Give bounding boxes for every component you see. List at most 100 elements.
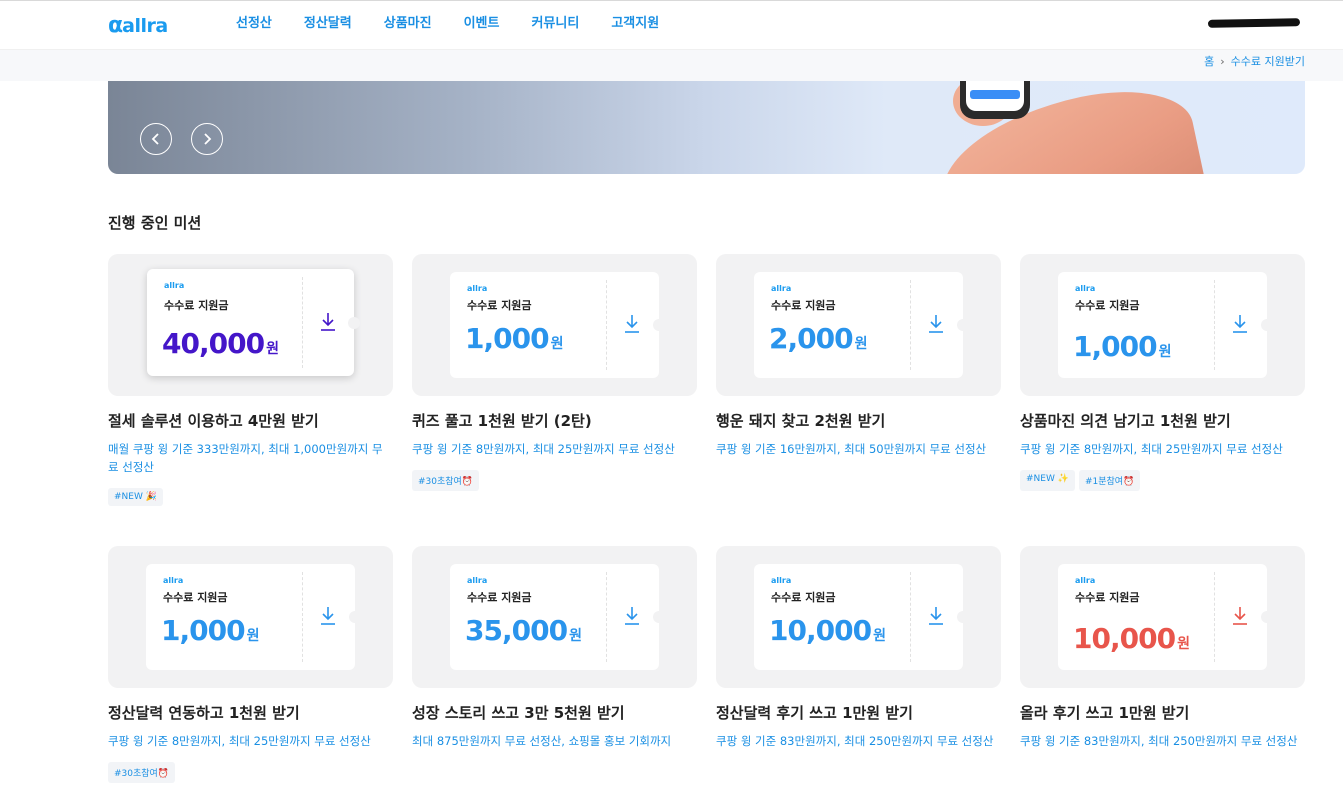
mission-title[interactable]: 정산달력 후기 쓰고 1만원 받기 bbox=[716, 702, 913, 723]
coupon-divider bbox=[606, 280, 607, 370]
site-header: α allra 선정산 정산달력 상품마진 이벤트 커뮤니티 고객지원 bbox=[0, 1, 1343, 49]
coupon-amount-value: 2,000 bbox=[769, 322, 854, 355]
mission-title[interactable]: 정산달력 연동하고 1천원 받기 bbox=[108, 702, 300, 723]
coupon-amount: 1,000 원 bbox=[161, 614, 259, 647]
coupon-logo: allra bbox=[771, 284, 792, 293]
mission-card[interactable]: allra 수수료 지원금 40,000 원 절세 솔루션 이용하고 4만원 받기 매월 … bbox=[108, 254, 393, 506]
user-menu[interactable] bbox=[1207, 16, 1301, 30]
coupon-divider bbox=[910, 280, 911, 370]
mission-tag: #1분참여⏰ bbox=[1078, 470, 1141, 491]
mission-title[interactable]: 상품마진 의견 남기고 1천원 받기 bbox=[1020, 410, 1231, 431]
download-coupon-button[interactable] bbox=[320, 311, 336, 333]
download-icon bbox=[929, 315, 943, 333]
mission-title[interactable]: 올라 후기 쓰고 1만원 받기 bbox=[1020, 702, 1189, 723]
mission-tags: #NEW 🎉 bbox=[108, 488, 167, 506]
logo-mark: α bbox=[108, 13, 123, 38]
coupon-amount-value: 1,000 bbox=[465, 322, 550, 355]
download-icon bbox=[625, 607, 639, 625]
mission-description: 쿠팡 윙 기준 8만원까지, 최대 25만원까지 무료 선정산 bbox=[108, 734, 371, 748]
banner-prev-button[interactable] bbox=[140, 123, 172, 155]
coupon-amount: 10,000 원 bbox=[769, 614, 886, 647]
download-coupon-button[interactable] bbox=[1232, 605, 1248, 627]
coupon-amount: 1,000 원 bbox=[1073, 330, 1171, 363]
download-icon bbox=[625, 315, 639, 333]
coupon-amount-unit: 원 bbox=[550, 336, 564, 352]
coupon-label: 수수료 지원금 bbox=[164, 299, 229, 312]
main-nav: 선정산 정산달력 상품마진 이벤트 커뮤니티 고객지원 bbox=[236, 12, 691, 31]
mission-title[interactable]: 절세 솔루션 이용하고 4만원 받기 bbox=[108, 410, 319, 431]
chevron-right-icon: › bbox=[1220, 54, 1225, 68]
coupon-amount: 40,000 원 bbox=[162, 327, 279, 360]
nav-item-product-margin[interactable]: 상품마진 bbox=[384, 12, 432, 31]
mission-title[interactable]: 성장 스토리 쓰고 3만 5천원 받기 bbox=[412, 702, 625, 723]
download-coupon-button[interactable] bbox=[624, 605, 640, 627]
coupon-label: 수수료 지원금 bbox=[163, 591, 228, 604]
nav-item-settlement-calendar[interactable]: 정산달력 bbox=[304, 12, 352, 31]
mission-card[interactable]: allra 수수료 지원금 1,000 원 퀴즈 풀고 1천원 받기 (2탄) 쿠팡 윙 … bbox=[412, 254, 697, 491]
nav-item-events[interactable]: 이벤트 bbox=[464, 12, 500, 31]
mission-card[interactable]: allra 수수료 지원금 10,000 원정산달력 후기 쓰고 1만원 받기쿠팡 윙… bbox=[716, 546, 1001, 748]
chevron-right-icon bbox=[204, 133, 212, 145]
phone-screen bbox=[966, 81, 1024, 111]
coupon-divider bbox=[910, 572, 911, 662]
download-coupon-button[interactable] bbox=[1232, 313, 1248, 335]
download-icon bbox=[1233, 315, 1247, 333]
coupon-amount-unit: 원 bbox=[873, 628, 886, 644]
mission-card[interactable]: allra 수수료 지원금 10,000 원올라 후기 쓰고 1만원 받기쿠팡 윙 기… bbox=[1020, 546, 1305, 748]
coupon-amount-unit: 원 bbox=[246, 628, 260, 644]
allra-logo[interactable]: α allra bbox=[108, 13, 168, 39]
coupon-logo: allra bbox=[467, 284, 488, 293]
coupon-ticket: allra 수수료 지원금 10,000 원 bbox=[754, 564, 969, 670]
breadcrumb: 홈 › 수수료 지원받기 bbox=[1204, 53, 1305, 69]
mission-card[interactable]: allra 수수료 지원금 1,000 원 정산달력 연동하고 1천원 받기 쿠팡 윙 기… bbox=[108, 546, 393, 783]
coupon-label: 수수료 지원금 bbox=[771, 299, 836, 312]
mission-description: 쿠팡 윙 기준 83만원까지, 최대 250만원까지 무료 선정산 bbox=[1020, 734, 1298, 748]
coupon-label: 수수료 지원금 bbox=[1075, 299, 1140, 312]
coupon-amount-unit: 원 bbox=[1177, 636, 1190, 652]
coupon-logo: allra bbox=[467, 576, 488, 585]
coupon-logo: allra bbox=[1075, 576, 1096, 585]
download-coupon-button[interactable] bbox=[624, 313, 640, 335]
mission-description: 쿠팡 윙 기준 8만원까지, 최대 25만원까지 무료 선정산 bbox=[1020, 442, 1283, 456]
coupon-amount: 2,000 원 bbox=[769, 322, 867, 355]
coupon-notch bbox=[653, 319, 665, 331]
coupon-amount: 10,000 원 bbox=[1073, 622, 1190, 655]
promo-banner[interactable] bbox=[108, 81, 1305, 174]
coupon-ticket: allra 수수료 지원금 2,000 원 bbox=[754, 272, 969, 378]
coupon-ticket: allra 수수료 지원금 1,000 원 bbox=[1058, 272, 1273, 378]
coupon-amount-value: 1,000 bbox=[1073, 330, 1158, 363]
download-coupon-button[interactable] bbox=[320, 605, 336, 627]
coupon-thumbnail: allra 수수료 지원금 1,000 원 bbox=[108, 546, 393, 688]
nav-item-community[interactable]: 커뮤니티 bbox=[531, 12, 579, 31]
coupon-amount-unit: 원 bbox=[266, 341, 279, 357]
coupon-label: 수수료 지원금 bbox=[467, 299, 532, 312]
mission-description: 쿠팡 윙 기준 83만원까지, 최대 250만원까지 무료 선정산 bbox=[716, 734, 994, 748]
mission-card[interactable]: allra 수수료 지원금 1,000 원상품마진 의견 남기고 1천원 받기쿠팡 윙… bbox=[1020, 254, 1305, 491]
nav-item-support[interactable]: 고객지원 bbox=[611, 12, 659, 31]
phone-screen-button bbox=[970, 90, 1020, 99]
banner-next-button[interactable] bbox=[191, 123, 223, 155]
coupon-notch bbox=[653, 611, 665, 623]
breadcrumb-home[interactable]: 홈 bbox=[1204, 53, 1214, 69]
download-coupon-button[interactable] bbox=[928, 313, 944, 335]
download-icon bbox=[1233, 607, 1247, 625]
coupon-amount-value: 1,000 bbox=[161, 614, 246, 647]
coupon-label: 수수료 지원금 bbox=[1075, 591, 1140, 604]
mission-description: 최대 875만원까지 무료 선정산, 쇼핑몰 홍보 기회까지 bbox=[412, 734, 672, 748]
coupon-ticket: allra 수수료 지원금 1,000 원 bbox=[450, 272, 665, 378]
breadcrumb-current: 수수료 지원받기 bbox=[1230, 55, 1305, 68]
coupon-logo: allra bbox=[1075, 284, 1096, 293]
mission-title[interactable]: 퀴즈 풀고 1천원 받기 (2탄) bbox=[412, 410, 592, 431]
download-coupon-button[interactable] bbox=[928, 605, 944, 627]
mission-description: 쿠팡 윙 기준 16만원까지, 최대 50만원까지 무료 선정산 bbox=[716, 442, 987, 456]
coupon-thumbnail: allra 수수료 지원금 1,000 원 bbox=[412, 254, 697, 396]
coupon-amount-value: 40,000 bbox=[162, 327, 265, 360]
mission-card[interactable]: allra 수수료 지원금 2,000 원행운 돼지 찾고 2천원 받기쿠팡 윙 기준… bbox=[716, 254, 1001, 456]
mission-title[interactable]: 행운 돼지 찾고 2천원 받기 bbox=[716, 410, 885, 431]
chevron-left-icon bbox=[151, 133, 159, 145]
nav-item-pre-settlement[interactable]: 선정산 bbox=[236, 12, 272, 31]
download-icon bbox=[321, 607, 335, 625]
mission-card[interactable]: allra 수수료 지원금 35,000 원 성장 스토리 쓰고 3만 5천원 받기 최대… bbox=[412, 546, 697, 748]
coupon-ticket: allra 수수료 지원금 40,000 원 bbox=[147, 269, 360, 376]
coupon-amount-unit: 원 bbox=[854, 336, 868, 352]
